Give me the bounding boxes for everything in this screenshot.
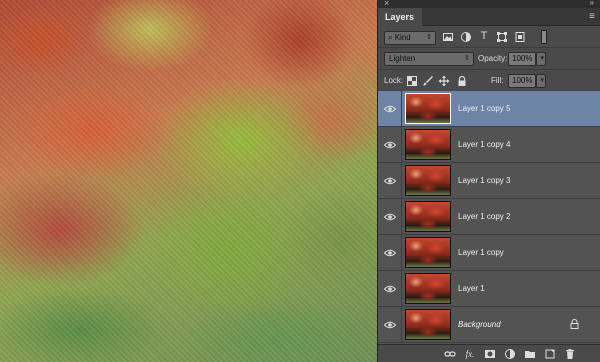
layer-row[interactable]: Layer 1 copy 5 — [378, 91, 600, 127]
lock-icon — [570, 319, 579, 331]
lock-position-icon[interactable] — [438, 75, 450, 87]
lock-label: Lock: — [384, 76, 404, 85]
opacity-dropdown-button[interactable]: ▾ — [536, 52, 546, 66]
trash-icon[interactable] — [564, 348, 576, 360]
layer-row[interactable]: Layer 1 copy — [378, 235, 600, 271]
lock-all-icon[interactable] — [456, 75, 468, 87]
layer-thumbnail[interactable] — [405, 129, 451, 160]
blend-mode-select[interactable]: Lighten ⇕ — [384, 52, 474, 66]
opacity-field[interactable]: 100% — [508, 52, 536, 66]
panel-menu-icon[interactable]: ≡ — [589, 11, 595, 23]
visibility-eye-icon[interactable] — [378, 199, 402, 235]
opacity-label: Opacity: — [478, 54, 508, 63]
layer-thumbnail[interactable] — [405, 273, 451, 304]
layer-row[interactable]: Background — [378, 307, 600, 343]
type-filter-icon[interactable]: T — [478, 30, 490, 42]
filter-kind-select[interactable]: ⌕ Kind ⇕ — [384, 31, 436, 45]
layer-name[interactable]: Layer 1 copy — [458, 235, 504, 271]
layer-thumbnail[interactable] — [405, 165, 451, 196]
layer-thumbnail[interactable] — [405, 93, 451, 124]
lock-image-pixels-icon[interactable] — [422, 75, 434, 87]
opacity-value: 100% — [512, 54, 533, 63]
layer-row[interactable]: Layer 1 copy 2 — [378, 199, 600, 235]
shape-filter-icon[interactable] — [496, 31, 508, 43]
updown-arrow-icon: ⇕ — [464, 55, 470, 62]
layer-name[interactable]: Layer 1 copy 2 — [458, 199, 510, 235]
updown-arrow-icon: ⇕ — [426, 34, 432, 41]
layer-name[interactable]: Layer 1 copy 4 — [458, 127, 510, 163]
visibility-eye-icon[interactable] — [378, 163, 402, 199]
layer-name[interactable]: Layer 1 copy 5 — [458, 91, 510, 127]
image-filter-icon[interactable] — [442, 31, 454, 43]
layers-panel: × » Layers ≡ ⌕ Kind ⇕ T Lighten ⇕ Opacit… — [377, 0, 600, 362]
layer-list: Layer 1 copy 5 Layer 1 copy 4 Layer 1 copy… — [378, 91, 600, 344]
link-layers-icon[interactable] — [444, 348, 456, 360]
layer-name[interactable]: Layer 1 copy 3 — [458, 163, 510, 199]
panel-title-bar: × » — [378, 0, 600, 8]
close-icon[interactable]: × — [384, 0, 389, 8]
panel-bottom-bar: fx. — [378, 344, 600, 362]
folder-icon[interactable] — [524, 348, 536, 360]
layer-mask-icon[interactable] — [484, 348, 496, 360]
filter-row: ⌕ Kind ⇕ T — [378, 26, 600, 48]
layer-thumbnail[interactable] — [405, 309, 451, 340]
fill-field[interactable]: 100% — [508, 74, 536, 88]
visibility-eye-icon[interactable] — [378, 91, 402, 127]
layer-thumbnail[interactable] — [405, 237, 451, 268]
adjustment-filter-icon[interactable] — [460, 31, 472, 43]
fill-value: 100% — [512, 76, 533, 85]
layer-name[interactable]: Background — [458, 307, 501, 343]
collapse-icon[interactable]: » — [590, 0, 594, 8]
lock-row: Lock: Fill: 100% ▾ — [378, 70, 600, 92]
document-canvas[interactable] — [0, 0, 377, 362]
filter-toggle-switch[interactable] — [541, 30, 547, 44]
layer-row[interactable]: Layer 1 copy 3 — [378, 163, 600, 199]
filter-kind-label: Kind — [394, 33, 411, 42]
adjustment-layer-icon[interactable] — [504, 348, 516, 360]
blend-mode-value: Lighten — [389, 54, 416, 63]
panel-tab-bar: Layers ≡ — [378, 8, 600, 26]
visibility-eye-icon[interactable] — [378, 235, 402, 271]
blend-row: Lighten ⇕ Opacity: 100% ▾ — [378, 48, 600, 70]
chevron-down-icon: ▾ — [540, 55, 544, 62]
new-layer-icon[interactable] — [544, 348, 556, 360]
fill-label: Fill: — [491, 76, 504, 85]
layer-row[interactable]: Layer 1 — [378, 271, 600, 307]
layer-thumbnail[interactable] — [405, 201, 451, 232]
lock-transparent-pixels-icon[interactable] — [406, 75, 418, 87]
visibility-eye-icon[interactable] — [378, 307, 402, 343]
layer-name[interactable]: Layer 1 — [458, 271, 485, 307]
visibility-eye-icon[interactable] — [378, 127, 402, 163]
chevron-down-icon: ▾ — [540, 77, 544, 84]
search-icon: ⌕ — [388, 33, 393, 42]
fx-icon[interactable]: fx. — [464, 348, 476, 360]
tab-layers[interactable]: Layers — [378, 8, 422, 26]
layer-row[interactable]: Layer 1 copy 4 — [378, 127, 600, 163]
fill-dropdown-button[interactable]: ▾ — [536, 74, 546, 88]
visibility-eye-icon[interactable] — [378, 271, 402, 307]
smart-object-filter-icon[interactable] — [514, 31, 526, 43]
